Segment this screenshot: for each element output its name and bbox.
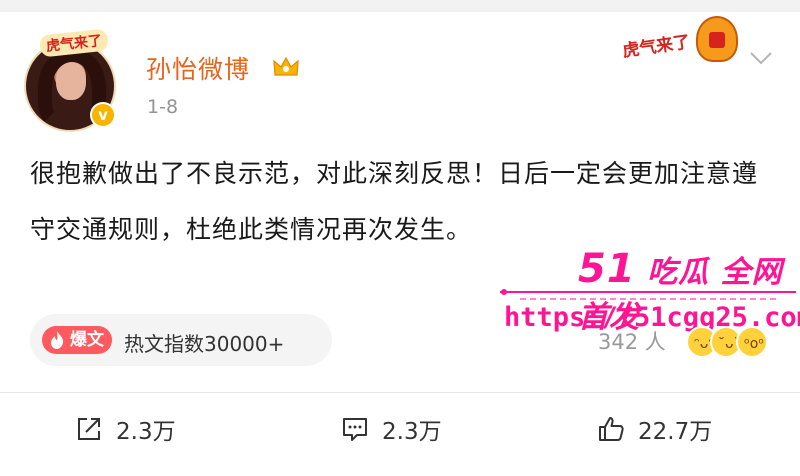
hot-index-text: 热文指数30000+ xyxy=(124,332,285,356)
comment-icon xyxy=(343,418,367,441)
repost-count: 2.3万 xyxy=(116,419,176,445)
festival-sticker-text: 虎气来了 xyxy=(621,32,692,62)
reactions-count[interactable]: 342 人 xyxy=(598,326,666,356)
crown-icon[interactable] xyxy=(272,55,300,79)
username[interactable]: 孙怡微博 xyxy=(146,50,250,86)
thumbs-up-icon xyxy=(599,417,624,441)
flame-icon xyxy=(51,331,64,349)
avatar-badge-text: 虎气来了 xyxy=(39,28,109,58)
post-date: 1-8 xyxy=(147,96,179,118)
top-separator xyxy=(0,0,800,12)
chevron-down-icon[interactable] xyxy=(748,48,774,68)
post-content: 很抱歉做出了不良示范，对此深刻反思！日后一定会更加注意遵守交通规则，杜绝此类情况… xyxy=(30,159,759,244)
comment-count: 2.3万 xyxy=(382,419,442,445)
avatar-festival-badge: 虎气来了 xyxy=(22,28,126,58)
verified-icon: v xyxy=(90,102,116,128)
repost-icon xyxy=(78,418,100,440)
festival-sticker: 虎气来了 xyxy=(621,16,738,68)
hot-badge: 爆文 xyxy=(42,326,112,354)
comment-button[interactable]: 2.3万 xyxy=(340,412,442,446)
hot-index-chip[interactable]: 爆文 热文指数30000+ xyxy=(30,314,332,366)
surprised-emoji-icon: ᵒoᵒ xyxy=(736,326,768,358)
repost-button[interactable]: 2.3万 xyxy=(74,412,176,446)
avatar[interactable]: 虎气来了 v xyxy=(22,28,126,134)
like-count: 22.7万 xyxy=(638,419,713,445)
like-button[interactable]: 22.7万 xyxy=(596,412,712,446)
tiger-paw-icon xyxy=(696,16,738,62)
hot-badge-label: 爆文 xyxy=(70,330,104,350)
action-divider xyxy=(0,392,800,393)
